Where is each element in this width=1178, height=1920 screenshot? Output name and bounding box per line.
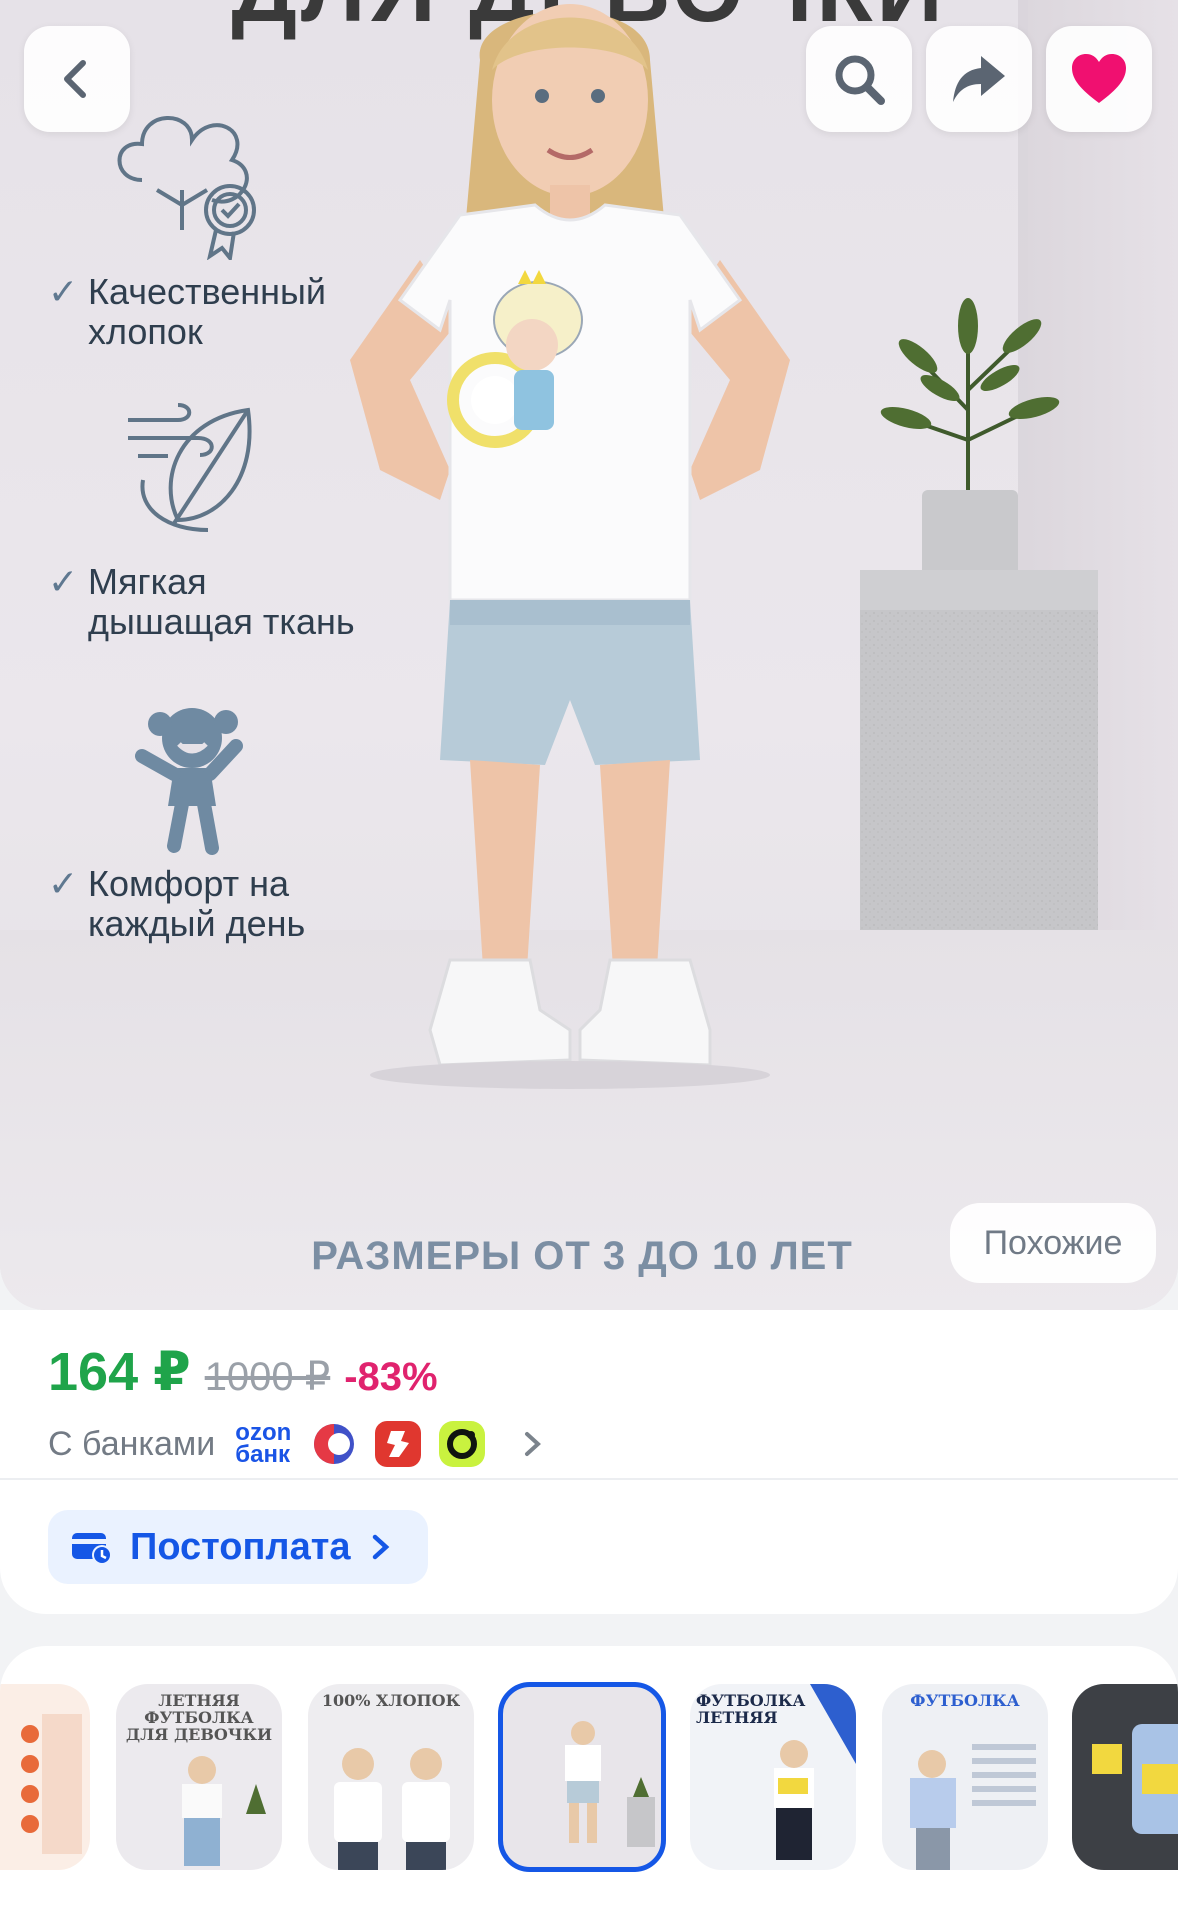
feature-text: Комфорт на: [88, 863, 290, 904]
feature-quality-cotton: ✓ Качественный хлопок: [48, 272, 326, 352]
thumbnail[interactable]: ФУТБОЛКА ЛЕТНЯЯ: [690, 1684, 856, 1870]
sizes-caption-text: РАЗМЕРЫ ОТ 3 ДО 10 ЛЕТ: [311, 1234, 853, 1278]
thumbnail[interactable]: [1072, 1684, 1178, 1870]
checkmark-icon: ✓: [48, 561, 79, 602]
thumbnail[interactable]: ФУТБОЛКА: [882, 1684, 1048, 1870]
postpay-label: Постоплата: [130, 1525, 351, 1568]
feature-comfort: ✓ Комфорт на каждый день: [48, 864, 305, 944]
product-page: ДЛЯ ДЕВОЧКИ: [0, 0, 1178, 1920]
back-button[interactable]: [24, 26, 130, 132]
image-thumbnail-strip[interactable]: ЛЕТНЯЯ ФУТБОЛКА ДЛЯ ДЕВОЧКИ 100% ХЛОПОК …: [0, 1646, 1178, 1920]
model-girl-in-tshirt: [350, 4, 790, 1089]
thumbnail[interactable]: [0, 1684, 90, 1870]
feature-text: хлопок: [88, 311, 203, 352]
old-price: 1000 ₽: [204, 1355, 331, 1399]
favorite-button[interactable]: [1046, 26, 1152, 132]
search-button[interactable]: [806, 26, 912, 132]
share-button[interactable]: [926, 26, 1032, 132]
product-hero-image[interactable]: ДЛЯ ДЕВОЧКИ: [0, 0, 1178, 1310]
checkmark-icon: ✓: [48, 863, 79, 904]
thumbnail-selected[interactable]: [498, 1682, 666, 1872]
pedestal-with-plant: [860, 298, 1098, 930]
divider: [0, 1478, 1178, 1480]
banks-label: С банками: [48, 1424, 216, 1463]
thumbnail[interactable]: ЛЕТНЯЯ ФУТБОЛКА ДЛЯ ДЕВОЧКИ: [116, 1684, 282, 1870]
feature-text: дышащая ткань: [88, 601, 355, 642]
cotton-quality-icon: [117, 116, 256, 260]
discount-badge: -83%: [344, 1355, 438, 1399]
card-clock-icon: [72, 1533, 112, 1565]
feature-soft-fabric: ✓ Мягкая дышащая ткань: [48, 562, 355, 642]
thumbnail[interactable]: 100% ХЛОПОК: [308, 1684, 474, 1870]
feature-text: Мягкая: [88, 561, 207, 602]
postpay-button[interactable]: Постоплата: [48, 1510, 428, 1584]
feature-text: каждый день: [88, 903, 306, 944]
feature-text: Качественный: [88, 271, 326, 312]
similar-button[interactable]: Похожие: [950, 1203, 1156, 1283]
checkmark-icon: ✓: [48, 271, 79, 312]
heart-icon: [1072, 54, 1126, 103]
bank-logo-icon: [439, 1421, 486, 1467]
bank-offers-row[interactable]: С банками ozon банк: [48, 1414, 545, 1474]
ozon-bank-logo: ozon банк: [235, 1421, 297, 1468]
bank-logo-icon: [375, 1421, 422, 1467]
happy-child-icon: [135, 708, 243, 855]
breathable-feather-icon: [128, 403, 252, 532]
chevron-right-icon: [373, 1534, 390, 1560]
share-icon: [953, 56, 1005, 102]
price-row: 164 ₽ 1000 ₽ -83%: [48, 1340, 438, 1403]
search-icon: [835, 55, 885, 105]
current-price: 164 ₽: [48, 1342, 191, 1402]
bank-logo-icon: [311, 1421, 357, 1467]
ozon-bank-logo-line2: банк: [235, 1441, 290, 1468]
chevron-right-icon: [525, 1432, 542, 1456]
back-icon: [64, 60, 86, 98]
